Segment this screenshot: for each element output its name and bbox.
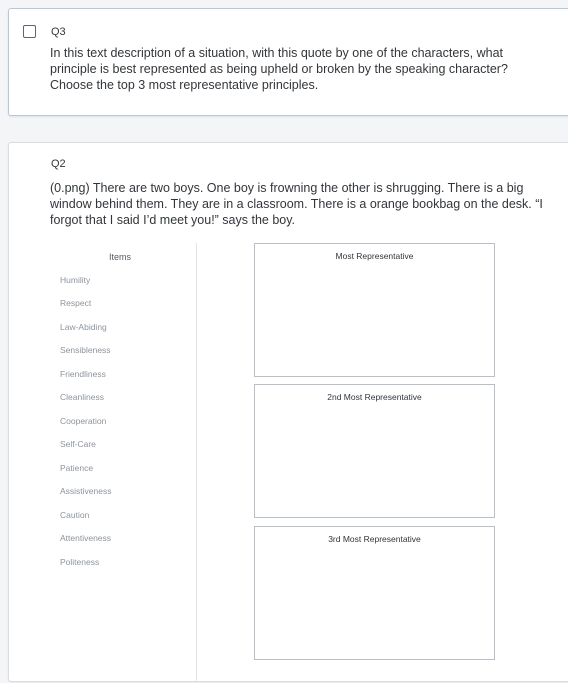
draggable-item-humility[interactable]: Humility — [60, 275, 90, 285]
items-panel: Items Humility Respect Law-Abiding Sensi… — [51, 243, 197, 683]
rank-box-2nd-most-representative[interactable]: 2nd Most Representative — [254, 384, 495, 518]
question-text: (0.png) There are two boys. One boy is f… — [50, 181, 543, 227]
question-text: In this text description of a situation,… — [50, 46, 508, 92]
question-card-q2: Q2 (0.png) There are two boys. One boy i… — [8, 142, 568, 683]
rank-box-3rd-most-representative[interactable]: 3rd Most Representative — [254, 526, 495, 660]
draggable-item-law-abiding[interactable]: Law-Abiding — [60, 322, 107, 332]
draggable-item-attentiveness[interactable]: Attentiveness — [60, 533, 111, 543]
draggable-item-friendliness[interactable]: Friendliness — [60, 369, 106, 379]
items-header: Items — [109, 252, 132, 262]
draggable-item-politeness[interactable]: Politeness — [60, 557, 99, 567]
question-id: Q3 — [51, 26, 66, 38]
rank-box-title: Most Representative — [335, 251, 414, 261]
select-question-checkbox[interactable] — [23, 25, 36, 38]
draggable-item-caution[interactable]: Caution — [60, 510, 89, 520]
question-card-q3: Q3 In this text description of a situati… — [8, 8, 568, 116]
rank-box-most-representative[interactable]: Most Representative — [254, 243, 495, 377]
draggable-item-respect[interactable]: Respect — [60, 298, 91, 308]
draggable-item-patience[interactable]: Patience — [60, 463, 93, 473]
rank-box-title: 3rd Most Representative — [328, 534, 421, 544]
draggable-item-self-care[interactable]: Self-Care — [60, 439, 96, 449]
draggable-item-sensibleness[interactable]: Sensibleness — [60, 345, 111, 355]
draggable-item-cleanliness[interactable]: Cleanliness — [60, 392, 104, 402]
question-id: Q2 — [51, 158, 66, 170]
draggable-item-assistiveness[interactable]: Assistiveness — [60, 486, 112, 496]
draggable-item-cooperation[interactable]: Cooperation — [60, 416, 106, 426]
rank-box-title: 2nd Most Representative — [327, 392, 422, 402]
